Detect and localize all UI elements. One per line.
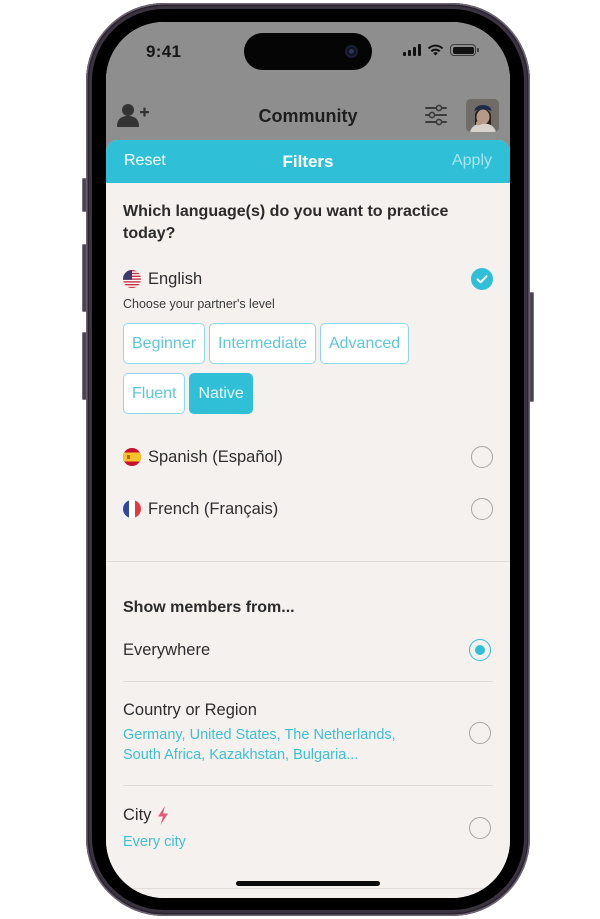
- language-option-english[interactable]: English: [123, 267, 493, 291]
- apply-button[interactable]: Apply: [452, 152, 492, 170]
- level-chip-beginner[interactable]: Beginner: [123, 323, 206, 364]
- city-radio[interactable]: [469, 817, 491, 839]
- filters-header: Reset Filters Apply: [106, 140, 510, 183]
- us-flag-icon: [123, 270, 141, 288]
- level-chip-native[interactable]: Native: [189, 373, 253, 414]
- home-indicator[interactable]: [236, 881, 380, 886]
- city-value: Every city: [123, 834, 186, 850]
- battery-icon: [450, 44, 479, 56]
- phone-screen: 9:41 Community Reset Filters Apply Which…: [106, 22, 510, 898]
- filters-sheet: Reset Filters Apply Which language(s) do…: [106, 140, 510, 898]
- navbar: Community: [106, 94, 510, 138]
- level-chip-intermediate[interactable]: Intermediate: [209, 323, 316, 364]
- option-label: City: [123, 806, 152, 824]
- country-list: Germany, United States, The Netherlands,…: [123, 727, 396, 763]
- option-label: Country or Region: [123, 701, 257, 719]
- status-time: 9:41: [146, 42, 182, 61]
- filter-sliders-icon[interactable]: [424, 104, 448, 126]
- filters-title: Filters: [282, 152, 334, 171]
- wifi-icon: [427, 44, 444, 56]
- profile-avatar[interactable]: [466, 99, 499, 132]
- english-checkbox[interactable]: [471, 268, 493, 290]
- language-label: Spanish (Español): [148, 447, 283, 466]
- status-icons: [403, 44, 479, 56]
- language-label: French (Français): [148, 499, 279, 518]
- option-label: Everywhere: [123, 641, 211, 659]
- dynamic-island: [244, 33, 372, 70]
- option-divider: [123, 785, 493, 786]
- everywhere-radio[interactable]: [469, 639, 491, 661]
- option-divider: [123, 681, 493, 682]
- spain-flag-icon: [123, 448, 141, 466]
- checkmark-icon: [476, 275, 488, 284]
- option-divider: [123, 888, 493, 889]
- language-option-french[interactable]: French (Français): [123, 497, 493, 521]
- front-camera-icon: [345, 45, 358, 58]
- cellular-signal-icon: [403, 44, 421, 56]
- level-chip-advanced[interactable]: Advanced: [319, 323, 410, 364]
- french-radio[interactable]: [471, 498, 493, 520]
- nav-title: Community: [258, 106, 358, 126]
- lightning-bolt-icon: [158, 806, 169, 825]
- france-flag-icon: [123, 500, 141, 518]
- level-chip-fluent[interactable]: Fluent: [123, 373, 186, 414]
- level-hint: Choose your partner's level: [123, 297, 275, 311]
- language-option-spanish[interactable]: Spanish (Español): [123, 445, 493, 469]
- country-radio[interactable]: [469, 722, 491, 744]
- language-section-title: Which language(s) do you want to practic…: [123, 203, 449, 242]
- city-label-row: City: [123, 806, 169, 825]
- section-divider: [106, 561, 510, 562]
- members-section-title: Show members from...: [123, 599, 295, 616]
- language-label: English: [148, 269, 203, 288]
- level-chips: Beginner Intermediate Advanced Fluent Na…: [123, 323, 463, 414]
- spanish-radio[interactable]: [471, 446, 493, 468]
